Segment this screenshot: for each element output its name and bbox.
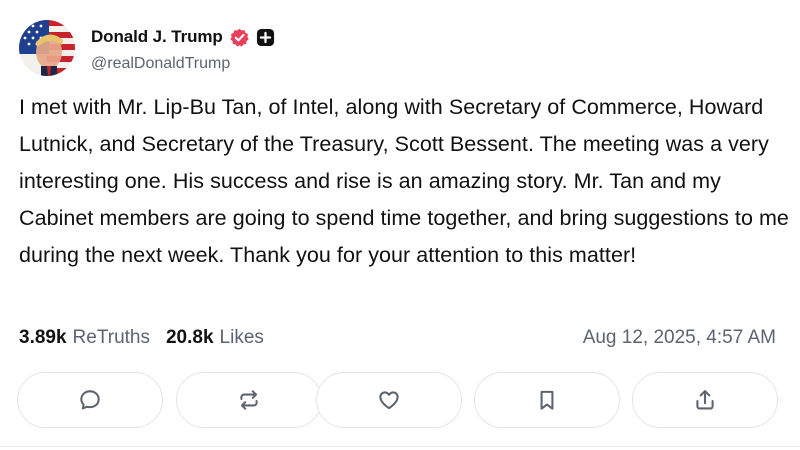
likes-stat[interactable]: 20.8k Likes — [166, 327, 264, 349]
share-icon — [696, 390, 714, 410]
retruths-label: ReTruths — [72, 327, 150, 348]
post-card: Donald J. Trump @realDonaldTrump I met w… — [0, 0, 800, 450]
bookmark-button[interactable] — [474, 372, 620, 428]
verified-badge-icon — [230, 28, 249, 47]
author-name-row: Donald J. Trump — [91, 26, 275, 48]
repost-icon — [240, 390, 258, 410]
reply-button[interactable] — [17, 372, 163, 428]
avatar-image — [19, 20, 75, 76]
author-handle[interactable]: @realDonaldTrump — [91, 55, 230, 73]
likes-count: 20.8k — [165, 327, 214, 348]
retruths-stat[interactable]: 3.89k ReTruths — [19, 327, 150, 349]
likes-label: Likes — [219, 327, 264, 348]
like-button[interactable] — [316, 372, 462, 428]
comment-icon — [80, 390, 100, 410]
retruth-button[interactable] — [176, 372, 322, 428]
post-body-text: I met with Mr. Lip-Bu Tan, of Intel, alo… — [19, 95, 789, 267]
post-timestamp[interactable]: Aug 12, 2025, 4:57 AM — [583, 327, 779, 349]
bookmark-icon — [540, 390, 554, 410]
author-display-name[interactable]: Donald J. Trump — [91, 27, 223, 47]
share-button[interactable] — [632, 372, 778, 428]
post-stats: 3.89k ReTruths 20.8k Likes Aug 12, 2025,… — [19, 326, 779, 350]
action-bar — [17, 372, 782, 430]
heart-icon — [379, 391, 399, 410]
plus-badge-icon — [256, 28, 275, 47]
divider — [0, 446, 800, 447]
retruths-count: 3.89k — [19, 327, 67, 348]
author-avatar[interactable] — [19, 20, 75, 76]
